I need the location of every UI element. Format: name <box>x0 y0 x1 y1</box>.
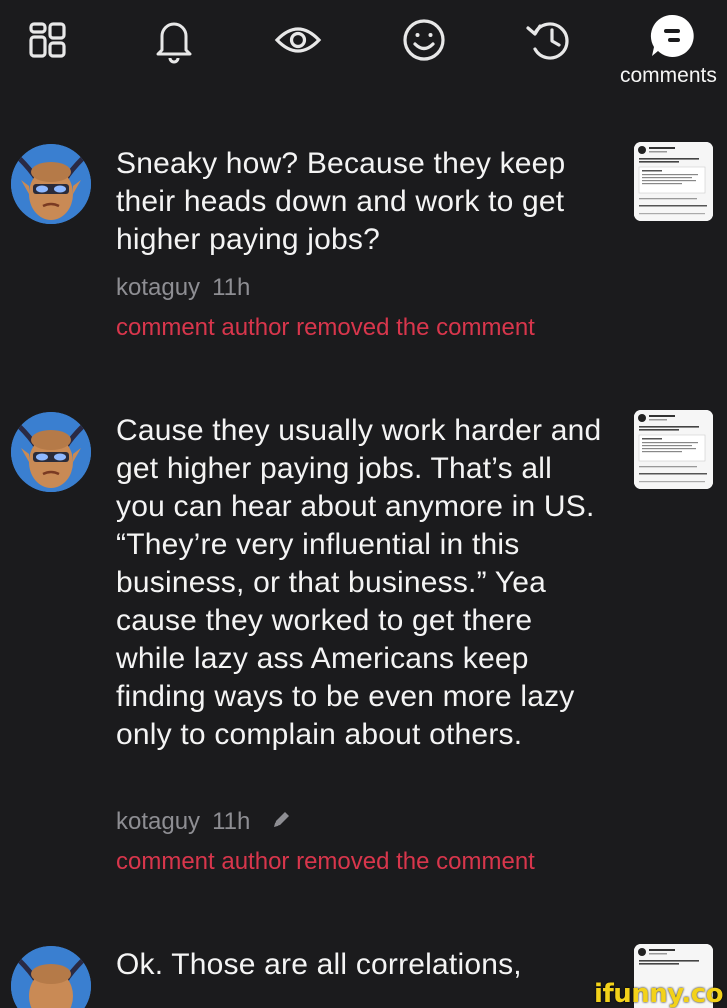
comment-text: Sneaky how? Because they keep their head… <box>116 147 566 256</box>
comments-page: comments Sneaky how? Because they keep t… <box>0 0 727 1008</box>
comment-meta: kotaguy 11h <box>116 808 293 837</box>
comment-time: 11h <box>212 808 251 835</box>
avatar[interactable] <box>11 946 91 1008</box>
top-toolbar: comments <box>0 0 727 95</box>
edited-pencil-icon <box>271 808 293 837</box>
avatar[interactable] <box>11 144 91 224</box>
avatar[interactable] <box>11 412 91 492</box>
comment-author[interactable]: kotaguy <box>116 808 200 835</box>
bell-icon[interactable] <box>148 14 200 66</box>
comments-label: comments <box>620 64 717 87</box>
smiley-icon[interactable] <box>398 14 450 66</box>
comment-text: Ok. Those are all correlations, <box>116 948 522 981</box>
comment-time: 11h <box>212 274 251 301</box>
comment-text: Cause they usually work harder and get h… <box>116 414 602 751</box>
meme-thumbnail[interactable] <box>634 142 713 221</box>
removed-note: comment author removed the comment <box>116 314 535 341</box>
removed-note: comment author removed the comment <box>116 848 535 875</box>
comment-meta: kotaguy 11h <box>116 274 250 302</box>
eye-icon[interactable] <box>272 14 324 66</box>
comment-author[interactable]: kotaguy <box>116 274 200 301</box>
ifunny-watermark: ifunny.co <box>594 979 723 1008</box>
comments-button[interactable]: comments <box>618 8 726 92</box>
sections-icon[interactable] <box>22 14 74 66</box>
history-icon[interactable] <box>522 14 574 66</box>
comments-bubble-icon <box>648 12 696 60</box>
meme-thumbnail[interactable] <box>634 410 713 489</box>
